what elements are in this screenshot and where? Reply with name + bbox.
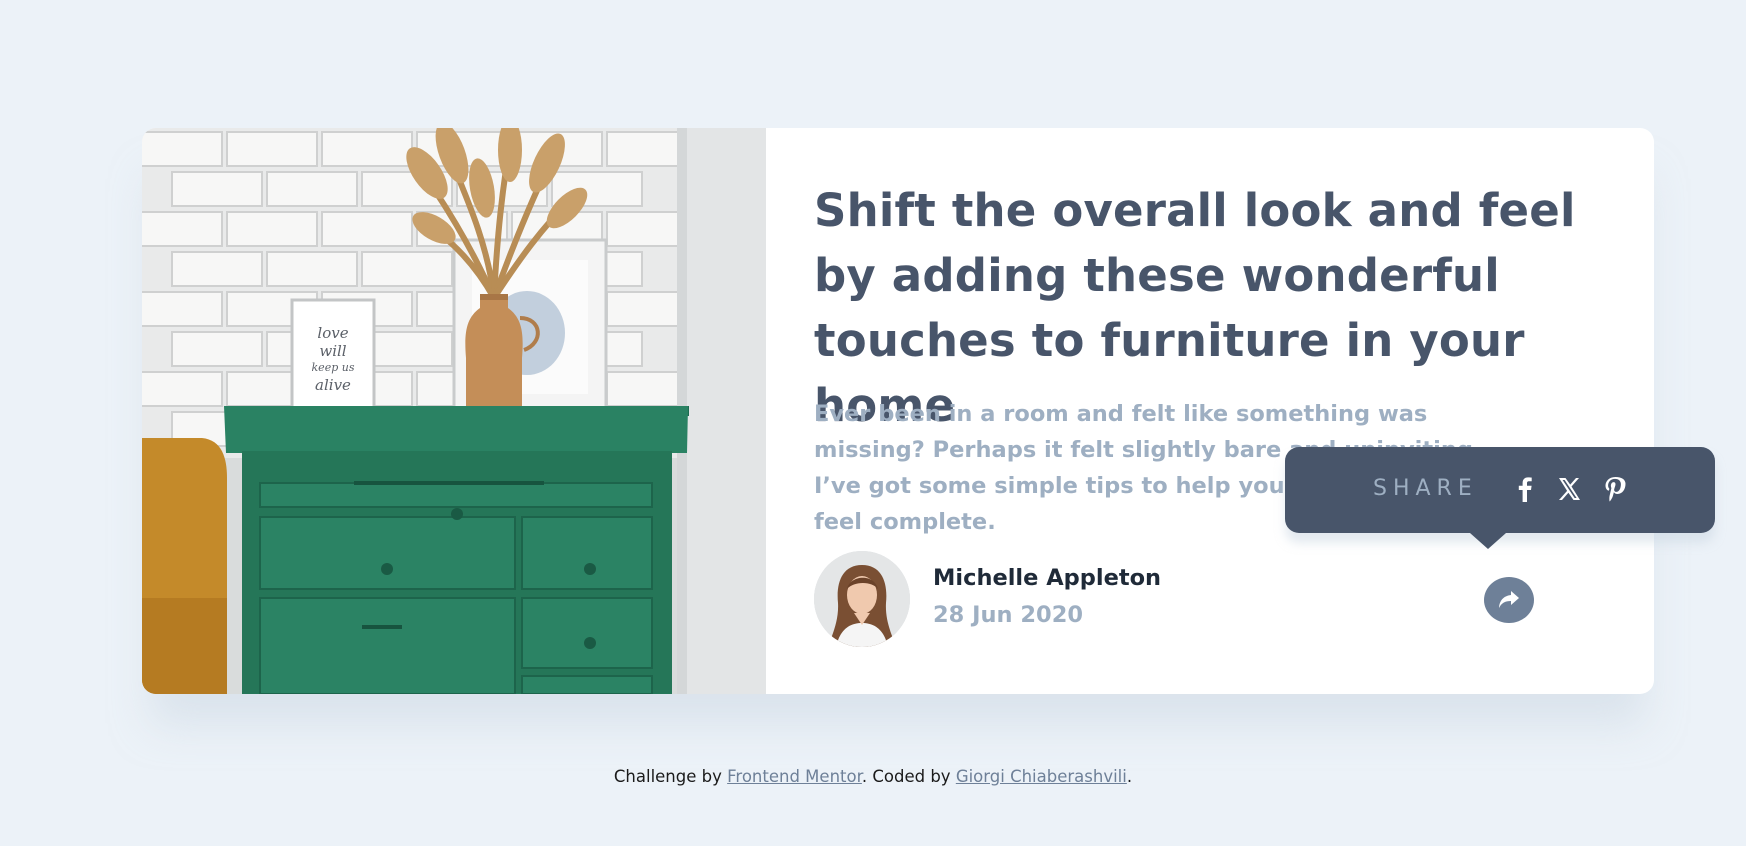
author-avatar (814, 551, 910, 647)
frame-text-1: love (317, 324, 348, 342)
article-card: love will keep us alive Shift the overal… (142, 128, 1654, 694)
attribution-footer: Challenge by Frontend Mentor. Coded by G… (0, 767, 1746, 786)
frontend-mentor-link[interactable]: Frontend Mentor (727, 767, 862, 786)
share-button[interactable] (1484, 577, 1534, 623)
author-name: Michelle Appleton (933, 565, 1162, 591)
footer-prefix: Challenge by (613, 767, 728, 786)
share-label: SHARE (1373, 476, 1478, 501)
article-date: 28 Jun 2020 (933, 602, 1084, 628)
facebook-icon[interactable] (1510, 474, 1540, 504)
frame-text-4: alive (315, 376, 351, 394)
pinterest-icon[interactable] (1600, 474, 1630, 504)
frame-text-2: will (319, 342, 346, 360)
article-photo: love will keep us alive (142, 128, 766, 694)
x-icon[interactable] (1554, 474, 1584, 504)
author-link[interactable]: Giorgi Chiaberashvili (956, 767, 1127, 786)
share-tooltip: SHARE (1285, 447, 1715, 549)
share-icon (1499, 591, 1519, 608)
frame-text-3: keep us (312, 361, 355, 374)
footer-middle: . Coded by (861, 767, 956, 786)
footer-suffix: . (1126, 767, 1133, 786)
